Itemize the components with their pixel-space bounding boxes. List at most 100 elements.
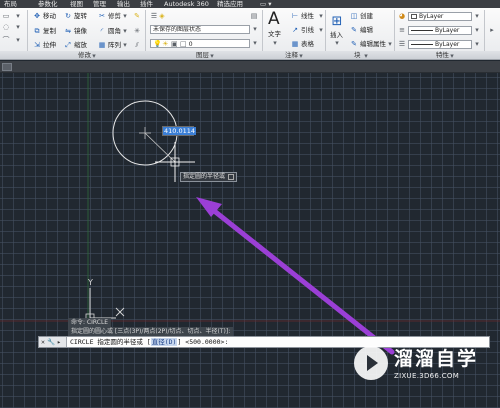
table-button[interactable]: 表格 bbox=[301, 40, 314, 48]
stretch-button[interactable]: 拉伸 bbox=[43, 41, 56, 49]
radius-dynamic-input[interactable]: 410.0114 bbox=[162, 126, 197, 136]
leader-dropdown-icon[interactable]: ▾ bbox=[317, 26, 325, 34]
more-panels-icon[interactable]: ▸ bbox=[488, 26, 496, 34]
draw-dropdown-icon-3[interactable]: ▾ bbox=[14, 36, 22, 44]
fillet-icon[interactable]: ◜ bbox=[98, 27, 106, 35]
table-icon[interactable]: ▦ bbox=[291, 40, 299, 48]
watermark: 溜溜自学 ZIXUE.3D66.COM bbox=[352, 340, 476, 390]
rotate-icon[interactable]: ↻ bbox=[64, 12, 72, 20]
leader-icon[interactable]: ↗ bbox=[291, 26, 299, 34]
create-block-button[interactable]: 创建 bbox=[360, 12, 373, 20]
text-button[interactable]: 文字 bbox=[268, 30, 281, 38]
command-line-buttons: ✕ 🔧 ▸ bbox=[39, 337, 67, 347]
edit-attributes-button[interactable]: 编辑属性 bbox=[360, 40, 386, 48]
block-panel-label[interactable]: 块 bbox=[354, 51, 361, 60]
tab-layout[interactable]: 布局 bbox=[4, 0, 17, 8]
draw-dropdown-icon[interactable]: ▾ bbox=[14, 12, 22, 20]
panel-separator bbox=[325, 10, 326, 56]
layer-state-combo[interactable]: 未保存的图层状态 bbox=[150, 25, 250, 34]
insert-dropdown-icon[interactable]: ▾ bbox=[333, 39, 341, 47]
current-layer-dropdown-icon[interactable]: ▾ bbox=[251, 39, 259, 47]
block-panel-expand-icon[interactable]: ▾ bbox=[362, 52, 370, 60]
panel-label-row: 修改 ▾ 图层 ▾ 注释 ▾ 块 ▾ 特性 ▾ bbox=[0, 51, 500, 60]
command-history-line-1: 命令: CIRCLE bbox=[68, 318, 112, 327]
move-button[interactable]: 移动 bbox=[43, 12, 56, 20]
layer-on-icon: 💡 bbox=[153, 40, 162, 48]
diameter-option[interactable]: 直径(D) bbox=[150, 338, 178, 346]
recent-commands-icon[interactable]: ▸ bbox=[55, 337, 63, 347]
copy-button[interactable]: 复制 bbox=[43, 27, 56, 35]
trim-button[interactable]: 修剪 bbox=[108, 12, 121, 20]
text-tool-icon[interactable]: A bbox=[268, 10, 280, 28]
color-combo[interactable]: ByLayer bbox=[408, 12, 472, 21]
erase-icon[interactable]: ✎ bbox=[133, 12, 141, 20]
close-command-icon[interactable]: ✕ bbox=[39, 337, 47, 347]
rectangle-icon[interactable]: ▭ bbox=[2, 12, 10, 20]
tab-panel-toggle[interactable]: ▭ ▾ bbox=[260, 0, 271, 8]
explode-icon[interactable]: ✳ bbox=[133, 27, 141, 35]
create-block-icon[interactable]: ◫ bbox=[350, 12, 358, 20]
edit-block-icon[interactable]: ✎ bbox=[350, 26, 358, 34]
mirror-button[interactable]: 镜像 bbox=[74, 27, 87, 35]
fillet-button[interactable]: 圆角 bbox=[108, 27, 121, 35]
tab-autodesk-360[interactable]: Autodesk 360 bbox=[164, 0, 209, 8]
circle-tool-icon[interactable]: ◌ bbox=[2, 23, 10, 31]
prompt-options-icon[interactable] bbox=[228, 173, 235, 180]
customize-command-icon[interactable]: 🔧 bbox=[47, 337, 55, 347]
trim-dropdown-icon[interactable]: ▾ bbox=[121, 12, 129, 20]
scale-button[interactable]: 缩放 bbox=[74, 41, 87, 49]
copy-icon[interactable]: ⧉ bbox=[33, 27, 41, 35]
linear-dimension-icon[interactable]: ⊢ bbox=[291, 12, 299, 20]
insert-button[interactable]: 插入 bbox=[330, 31, 343, 39]
linetype-dropdown-icon[interactable]: ▾ bbox=[473, 26, 481, 34]
linear-dimension-button[interactable]: 线性 bbox=[301, 12, 314, 20]
mirror-icon[interactable]: ⇋ bbox=[64, 27, 72, 35]
linetype-icon[interactable]: ≡ bbox=[398, 26, 406, 34]
layer-state-value: 未保存的图层状态 bbox=[153, 26, 202, 33]
layers-panel-expand-icon[interactable]: ▾ bbox=[208, 52, 216, 60]
linetype-combo[interactable]: ByLayer bbox=[408, 26, 472, 35]
stretch-icon[interactable]: ⇲ bbox=[33, 41, 41, 49]
color-dropdown-icon[interactable]: ▾ bbox=[473, 12, 481, 20]
tab-view[interactable]: 视图 bbox=[70, 0, 83, 8]
array-dropdown-icon[interactable]: ▾ bbox=[121, 41, 129, 49]
lineweight-icon[interactable]: ☰ bbox=[398, 40, 406, 48]
edit-attributes-icon[interactable]: ✎ bbox=[350, 40, 358, 48]
tab-output[interactable]: 输出 bbox=[117, 0, 130, 8]
insert-block-icon[interactable]: ⊞ bbox=[330, 15, 344, 29]
edit-block-button[interactable]: 编辑 bbox=[360, 26, 373, 34]
array-icon[interactable]: ▦ bbox=[98, 41, 106, 49]
lineweight-combo[interactable]: ByLayer bbox=[408, 40, 472, 49]
fillet-dropdown-icon[interactable]: ▾ bbox=[121, 27, 129, 35]
match-properties-icon[interactable]: ◕ bbox=[398, 12, 406, 20]
properties-panel-expand-icon[interactable]: ▾ bbox=[448, 52, 456, 60]
arc-icon[interactable]: ⌒ bbox=[2, 36, 10, 44]
edit-attributes-dropdown-icon[interactable]: ▾ bbox=[386, 40, 394, 48]
leader-button[interactable]: 引线 bbox=[301, 26, 314, 34]
tab-manage[interactable]: 管理 bbox=[93, 0, 106, 8]
tab-featured-apps[interactable]: 精选应用 bbox=[217, 0, 243, 8]
rotate-button[interactable]: 旋转 bbox=[74, 12, 87, 20]
scale-icon[interactable]: ⤢ bbox=[64, 41, 72, 49]
move-icon[interactable]: ✥ bbox=[33, 12, 41, 20]
radius-value: 410.0114 bbox=[163, 127, 197, 135]
modify-panel-expand-icon[interactable]: ▾ bbox=[90, 52, 98, 60]
layer-state-dropdown-icon[interactable]: ▾ bbox=[251, 25, 259, 33]
panel-separator bbox=[262, 10, 263, 56]
tab-plugins[interactable]: 插件 bbox=[140, 0, 153, 8]
drawing-tab-strip bbox=[0, 61, 500, 73]
array-button[interactable]: 阵列 bbox=[108, 41, 121, 49]
layer-tools-icon[interactable]: ▤ bbox=[250, 12, 258, 20]
layer-state-icon[interactable]: ◈ bbox=[158, 12, 166, 20]
linear-dropdown-icon[interactable]: ▾ bbox=[317, 12, 325, 20]
tab-parametric[interactable]: 参数化 bbox=[38, 0, 58, 8]
text-dropdown-icon[interactable]: ▾ bbox=[271, 39, 279, 47]
layer-properties-icon[interactable]: ☰ bbox=[150, 12, 158, 20]
annotation-panel-expand-icon[interactable]: ▾ bbox=[297, 52, 305, 60]
offset-icon[interactable]: ⫽ bbox=[133, 41, 141, 49]
trim-icon[interactable]: ✂ bbox=[98, 12, 106, 20]
draw-dropdown-icon-2[interactable]: ▾ bbox=[14, 23, 22, 31]
lineweight-dropdown-icon[interactable]: ▾ bbox=[473, 40, 481, 48]
current-layer-combo[interactable]: 💡 ☀ ▣ □ 0 bbox=[150, 39, 250, 48]
file-tab-icon[interactable] bbox=[2, 63, 12, 71]
